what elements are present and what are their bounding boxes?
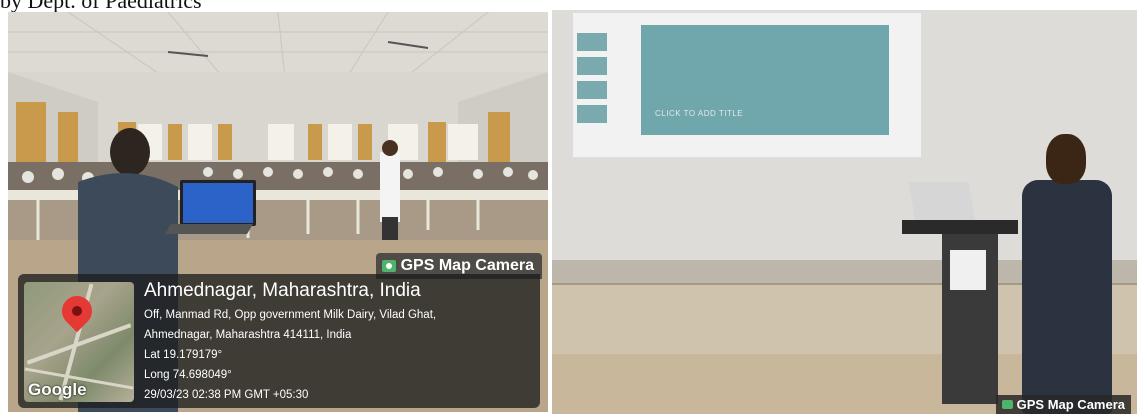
address-line-2: Ahmednagar, Maharashtra 414111, India <box>144 329 352 341</box>
map-thumbnail: Google <box>24 282 134 402</box>
camera-icon <box>381 260 396 272</box>
location-title: Ahmednagar, Maharashtra, India <box>144 280 421 301</box>
projected-slide: CLICK TO ADD TITLE <box>572 12 922 158</box>
longitude: Long 74.698049° <box>144 369 232 381</box>
photo-speaker-podium: CLICK TO ADD TITLE GPS Map Camera <box>552 10 1137 414</box>
gps-info-card: Google Ahmednagar, Maharashtra, India Of… <box>18 274 540 408</box>
podium-emblem <box>950 250 986 290</box>
speaker-body <box>1022 180 1112 414</box>
timestamp: 29/03/23 02:38 PM GMT +05:30 <box>144 389 309 401</box>
podium-laptop <box>908 182 976 220</box>
latitude: Lat 19.179179° <box>144 349 223 361</box>
address-line-1: Off, Manmad Rd, Opp government Milk Dair… <box>144 309 437 321</box>
podium-top <box>902 220 1018 234</box>
gps-badge-label: GPS Map Camera <box>400 257 534 274</box>
slide-thumbnails <box>577 33 611 149</box>
speaker-head <box>1046 134 1086 184</box>
camera-icon <box>1001 400 1013 409</box>
map-pin-icon <box>55 289 99 333</box>
google-logo: Google <box>28 380 87 399</box>
gps-badge-label-right: GPS Map Camera <box>1016 397 1125 412</box>
laptop-base <box>165 224 253 234</box>
laptop-screen <box>180 180 256 226</box>
slide-placeholder-title: CLICK TO ADD TITLE <box>655 109 744 118</box>
gps-text-block: Ahmednagar, Maharashtra, India Off, Manm… <box>144 280 436 405</box>
slide-main: CLICK TO ADD TITLE <box>641 25 889 135</box>
gps-map-camera-badge-right: GPS Map Camera <box>995 395 1131 414</box>
photo-lecture-hall: GPS Map Camera Google Ahmednagar, Mahara… <box>8 12 548 412</box>
